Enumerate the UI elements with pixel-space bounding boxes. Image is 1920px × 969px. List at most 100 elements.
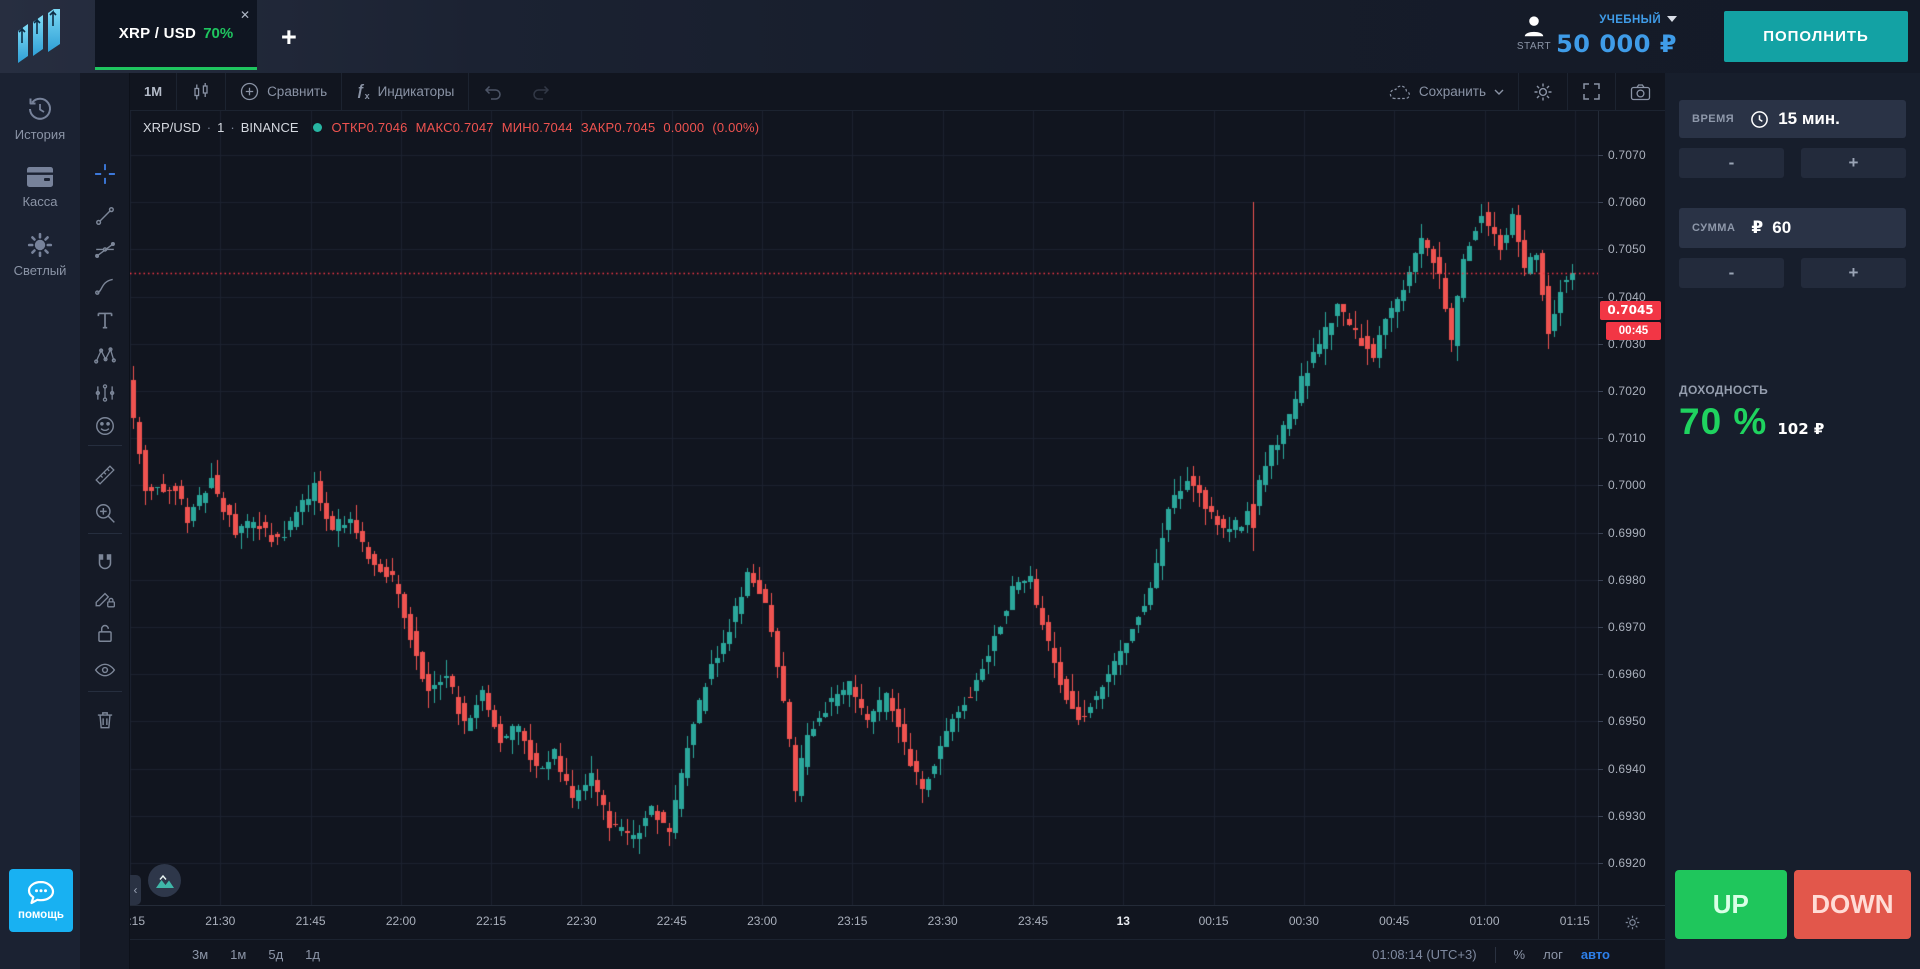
market-status-icon <box>313 123 322 132</box>
scale-auto-toggle[interactable]: авто <box>1581 947 1610 962</box>
time-tick-label: 21:15 <box>130 914 160 928</box>
add-tab-button[interactable]: + <box>281 24 297 50</box>
eye-icon[interactable] <box>94 659 116 681</box>
timeframe-5d[interactable]: 5д <box>268 947 283 962</box>
mountain-icon <box>155 873 175 889</box>
time-axis[interactable]: 21:1521:3021:4522:0022:1522:3022:4523:00… <box>130 905 1598 939</box>
chart-toolbar: 1M Сравнить ƒx Индикаторы Сохранить <box>130 73 1665 111</box>
deposit-button[interactable]: ПОПОЛНИТЬ <box>1724 11 1908 62</box>
chart-style-button[interactable] <box>177 73 225 110</box>
chart-settings-button[interactable] <box>1519 73 1567 110</box>
price-tick-label: 0.7070 <box>1608 148 1646 162</box>
amount-field[interactable]: СУММА ₽ 60 <box>1679 208 1906 248</box>
timeframe-switcher: 3м 1м 5д 1д <box>192 947 320 962</box>
chat-icon <box>26 880 56 906</box>
chart-plot[interactable]: XRP/USD · 1 · BINANCE ОТКР0.7046МАКС0.70… <box>130 111 1598 905</box>
amount-value: 60 <box>1772 218 1791 238</box>
time-value: 15 мин. <box>1778 109 1840 129</box>
time-decrease-button[interactable]: - <box>1679 148 1784 178</box>
axis-settings-button[interactable] <box>1598 905 1665 939</box>
compare-button[interactable]: Сравнить <box>226 73 341 110</box>
history-icon <box>26 95 54 123</box>
forecast-icon[interactable] <box>94 382 116 404</box>
balance-amount: 50 000 ₽ <box>1556 30 1677 58</box>
account-type-label: УЧЕБНЫЙ <box>1599 14 1661 26</box>
zoom-in-icon[interactable] <box>94 502 116 524</box>
crosshair-icon[interactable] <box>94 163 116 185</box>
timeframe-3m[interactable]: 3м <box>192 947 208 962</box>
chart-bottom-bar: 3м 1м 5д 1д 01:08:14 (UTC+3) % лог авто <box>130 939 1665 969</box>
save-layout-button[interactable]: Сохранить <box>1375 73 1518 110</box>
top-bar: XRP / USD 70% ✕ + START УЧЕБНЫЙ 50 000 ₽… <box>0 0 1920 73</box>
brush-icon[interactable] <box>94 275 116 297</box>
timeframe-1d[interactable]: 1д <box>305 947 320 962</box>
down-button[interactable]: DOWN <box>1794 870 1911 939</box>
magnet-icon[interactable] <box>94 552 116 574</box>
fullscreen-button[interactable] <box>1568 73 1615 110</box>
time-tick-label: 23:30 <box>913 914 973 928</box>
expiry-time-field[interactable]: ВРЕМЯ 15 мин. <box>1679 100 1906 138</box>
screenshot-button[interactable] <box>1616 73 1665 110</box>
interval-button[interactable]: 1M <box>130 73 176 110</box>
time-tick-label: 22:00 <box>371 914 431 928</box>
amount-decrease-button[interactable]: - <box>1679 258 1784 288</box>
sidebar-item-theme[interactable]: Светлый <box>0 231 80 278</box>
text-icon[interactable] <box>94 309 116 331</box>
time-tick-label: 23:45 <box>1003 914 1063 928</box>
sidebar-item-label: Касса <box>0 194 80 209</box>
chart-area: 1M Сравнить ƒx Индикаторы Сохранить <box>130 73 1665 969</box>
drawing-toolbar <box>80 73 130 969</box>
undo-button[interactable] <box>469 73 517 110</box>
trendline-icon[interactable] <box>94 205 116 227</box>
cloud-icon <box>1389 84 1411 100</box>
pattern-icon[interactable] <box>94 345 116 367</box>
draw-lock-icon[interactable] <box>94 587 116 609</box>
help-label: помощь <box>18 909 64 921</box>
time-tick-label: 23:15 <box>822 914 882 928</box>
time-tick-label: 13 <box>1093 914 1153 928</box>
clock-label[interactable]: 01:08:14 (UTC+3) <box>1372 947 1476 962</box>
time-tick-label: 21:45 <box>281 914 341 928</box>
scale-percent-toggle[interactable]: % <box>1514 947 1526 962</box>
cashier-icon <box>25 164 55 190</box>
camera-icon <box>1630 83 1651 101</box>
time-increase-button[interactable]: + <box>1801 148 1906 178</box>
panel-collapse-handle[interactable]: ‹ <box>130 875 141 905</box>
account-balance[interactable]: УЧЕБНЫЙ 50 000 ₽ <box>1556 10 1677 58</box>
user-icon <box>1521 13 1547 39</box>
emoji-icon[interactable] <box>94 415 116 437</box>
chart-type-button[interactable] <box>148 864 181 897</box>
candlestick-canvas[interactable] <box>130 111 1598 905</box>
trade-panel: ВРЕМЯ 15 мин. - + СУММА ₽ 60 - + ДОХОДНО… <box>1665 73 1920 969</box>
fib-icon[interactable] <box>94 239 116 261</box>
price-tick-label: 0.6940 <box>1608 762 1646 776</box>
current-price-tag: 0.7045 <box>1600 301 1661 320</box>
lock-icon[interactable] <box>94 622 116 644</box>
scale-log-toggle[interactable]: лог <box>1543 947 1563 962</box>
rouble-icon: ₽ <box>1751 218 1763 238</box>
start-tour-button[interactable]: START <box>1514 13 1554 52</box>
amount-increase-button[interactable]: + <box>1801 258 1906 288</box>
chevron-down-icon <box>1494 89 1504 95</box>
redo-button[interactable] <box>517 73 565 110</box>
time-tick-label: 21:30 <box>190 914 250 928</box>
legend-exchange: BINANCE <box>241 120 299 135</box>
time-tick-label: 00:15 <box>1184 914 1244 928</box>
ruler-icon[interactable] <box>94 464 116 486</box>
price-axis[interactable]: 0.7045 00:45 0.70700.70600.70500.70400.7… <box>1598 111 1665 905</box>
price-tick-label: 0.6980 <box>1608 573 1646 587</box>
tab-close-icon[interactable]: ✕ <box>240 9 250 21</box>
indicators-button[interactable]: ƒx Индикаторы <box>342 73 468 110</box>
asset-tab-xrp-usd[interactable]: XRP / USD 70% ✕ <box>95 0 257 70</box>
trash-icon[interactable] <box>94 709 116 731</box>
help-button[interactable]: помощь <box>9 869 73 932</box>
time-tick-label: 00:30 <box>1274 914 1334 928</box>
expiry-countdown-tag: 00:45 <box>1606 322 1661 340</box>
up-button[interactable]: UP <box>1675 870 1787 939</box>
amount-label: СУММА <box>1692 222 1735 234</box>
timeframe-1m[interactable]: 1м <box>230 947 246 962</box>
sidebar-item-cashier[interactable]: Касса <box>0 164 80 209</box>
redo-icon <box>531 84 551 100</box>
price-tick-label: 0.7050 <box>1608 242 1646 256</box>
sidebar-item-history[interactable]: История <box>0 95 80 142</box>
